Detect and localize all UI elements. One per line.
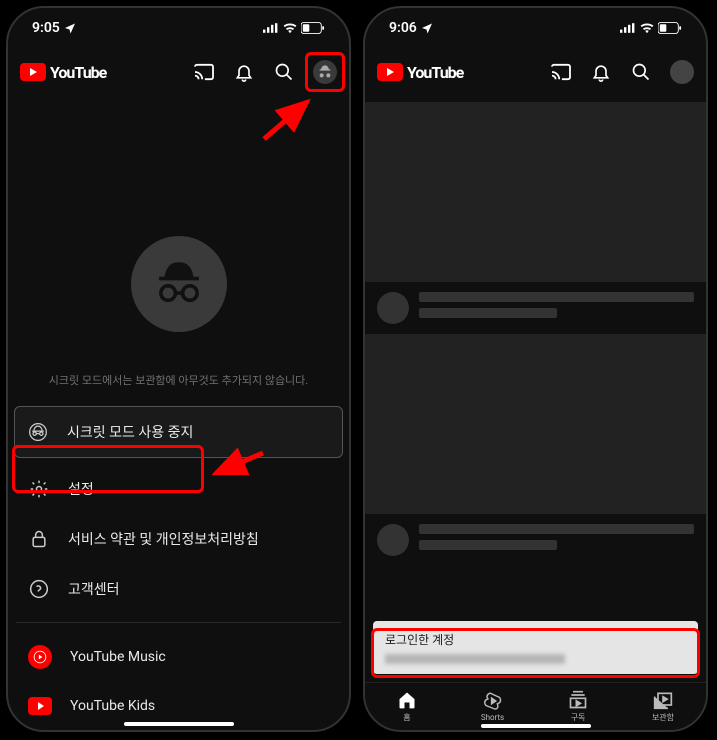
menu-label: 서비스 약관 및 개인정보처리방침 [68, 529, 259, 549]
location-arrow-icon [64, 22, 76, 34]
signal-icon [263, 22, 279, 34]
menu-label: 설정 [68, 479, 94, 499]
incognito-avatar[interactable] [313, 60, 337, 84]
video-title-placeholder [419, 292, 694, 302]
wifi-icon [283, 22, 297, 34]
nav-label: Shorts [481, 713, 504, 722]
menu-label: 시크릿 모드 사용 중지 [67, 422, 193, 442]
nav-home[interactable]: 홈 [397, 690, 417, 723]
signal-icon [620, 22, 636, 34]
cast-icon[interactable] [550, 61, 572, 83]
video-title-placeholder [419, 524, 694, 534]
youtube-music-button[interactable]: YouTube Music [16, 631, 341, 683]
incognito-small-icon [27, 421, 49, 443]
help-button[interactable]: 고객센터 [16, 564, 341, 614]
phone-left: 9:05 YouTube [6, 6, 351, 732]
video-feed[interactable] [365, 96, 706, 566]
menu-sheet: 시크릿 모드 사용 중지 설정 서비스 약관 및 개인정보처리방침 고객센터 [8, 406, 349, 729]
incognito-message: 시크릿 모드에서는 보관함에 아무것도 추가되지 않습니다. [49, 372, 308, 388]
incognito-hero: 시크릿 모드에서는 보관함에 아무것도 추가되지 않습니다. [8, 96, 349, 388]
toast-account-blurred [385, 654, 565, 664]
stop-incognito-button[interactable]: 시크릿 모드 사용 중지 [14, 406, 343, 458]
status-indicators [263, 22, 325, 34]
shorts-icon [483, 691, 503, 711]
status-time: 9:05 [32, 20, 60, 36]
video-subtitle-placeholder [419, 540, 557, 550]
nav-label: 홈 [403, 712, 410, 723]
channel-avatar[interactable] [377, 524, 409, 556]
menu-label: YouTube Music [70, 649, 166, 665]
status-bar: 9:06 [365, 8, 706, 48]
wifi-icon [640, 22, 654, 34]
bell-icon[interactable] [590, 61, 612, 83]
bell-icon[interactable] [233, 61, 255, 83]
app-header: YouTube [8, 48, 349, 96]
youtube-play-icon [377, 63, 403, 81]
toast-title: 로그인한 계정 [385, 631, 686, 648]
nav-label: 구독 [571, 712, 586, 723]
video-subtitle-placeholder [419, 308, 557, 318]
video-card[interactable] [365, 102, 706, 334]
nav-subscriptions[interactable]: 구독 [568, 690, 588, 723]
youtube-brand-text: YouTube [407, 63, 463, 82]
cast-icon[interactable] [193, 61, 215, 83]
library-icon [653, 690, 673, 710]
video-thumbnail[interactable] [365, 334, 706, 514]
youtube-logo[interactable]: YouTube [20, 63, 106, 82]
account-avatar[interactable] [670, 60, 694, 84]
youtube-logo[interactable]: YouTube [377, 63, 463, 82]
home-icon [397, 690, 417, 710]
menu-divider [16, 622, 341, 623]
search-icon[interactable] [630, 61, 652, 83]
login-toast[interactable]: 로그인한 계정 [373, 621, 698, 674]
bottom-nav: 홈 Shorts 구독 보관함 [365, 682, 706, 730]
location-arrow-icon [421, 22, 433, 34]
video-card[interactable] [365, 334, 706, 566]
menu-label: YouTube Kids [70, 698, 155, 714]
settings-button[interactable]: 설정 [16, 464, 341, 514]
menu-label: 고객센터 [68, 579, 120, 599]
video-meta [365, 514, 706, 566]
search-icon[interactable] [273, 61, 295, 83]
youtube-brand-text: YouTube [50, 63, 106, 82]
help-icon [28, 578, 50, 600]
battery-icon [301, 22, 325, 34]
nav-shorts[interactable]: Shorts [481, 691, 504, 722]
app-header: YouTube [365, 48, 706, 96]
gear-icon [28, 478, 50, 500]
subscriptions-icon [568, 690, 588, 710]
youtube-kids-icon [28, 697, 52, 715]
status-bar: 9:05 [8, 8, 349, 48]
incognito-icon [131, 236, 227, 332]
lock-icon [28, 528, 50, 550]
nav-library[interactable]: 보관함 [652, 690, 674, 723]
video-thumbnail[interactable] [365, 102, 706, 282]
home-indicator[interactable] [124, 722, 234, 726]
video-meta [365, 282, 706, 334]
status-indicators [620, 22, 682, 34]
battery-icon [658, 22, 682, 34]
youtube-music-icon [28, 645, 52, 669]
home-indicator[interactable] [481, 724, 591, 728]
youtube-play-icon [20, 63, 46, 81]
nav-label: 보관함 [652, 712, 674, 723]
phone-right: 9:06 YouTube [363, 6, 708, 732]
status-time: 9:06 [389, 20, 417, 36]
terms-button[interactable]: 서비스 약관 및 개인정보처리방침 [16, 514, 341, 564]
channel-avatar[interactable] [377, 292, 409, 324]
